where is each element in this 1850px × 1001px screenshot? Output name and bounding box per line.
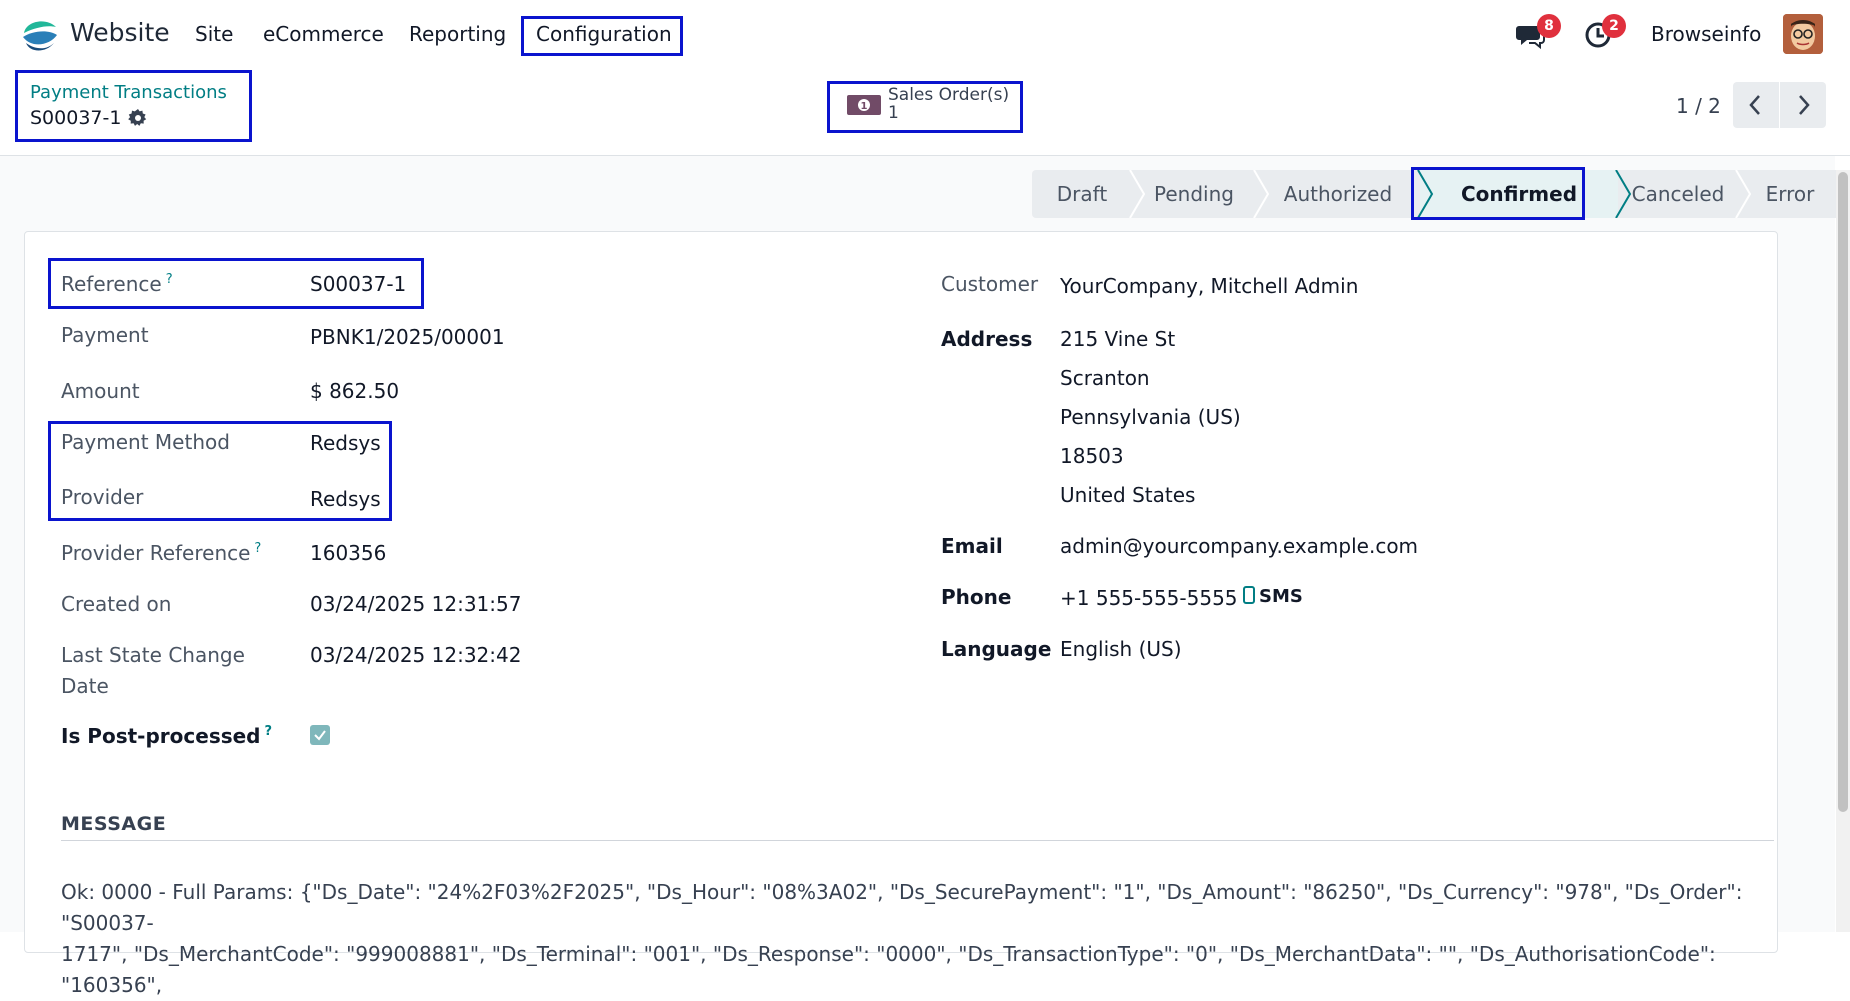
provider-link[interactable]: Redsys bbox=[310, 487, 381, 511]
highlight-box-breadcrumb bbox=[15, 70, 252, 142]
message-section-divider bbox=[61, 840, 1774, 841]
money-bill-icon: 1 bbox=[847, 95, 881, 115]
language-label: Language bbox=[941, 637, 1052, 661]
is-post-processed-label: Is Post-processed? bbox=[61, 724, 273, 748]
last-state-change-label-line1: Last State Change bbox=[61, 643, 245, 667]
provider-reference-value[interactable]: 160356 bbox=[310, 541, 386, 565]
reference-value[interactable]: S00037-1 bbox=[310, 272, 406, 296]
breadcrumb-payment-transactions[interactable]: Payment Transactions bbox=[30, 82, 227, 103]
address-zip[interactable]: 18503 bbox=[1060, 444, 1124, 468]
chevron-right-icon bbox=[1799, 95, 1810, 115]
language-value[interactable]: English (US) bbox=[1060, 637, 1182, 661]
provider-reference-help-icon[interactable]: ? bbox=[254, 541, 261, 556]
address-street[interactable]: 215 Vine St bbox=[1060, 327, 1175, 351]
mobile-phone-icon bbox=[1243, 586, 1255, 604]
address-city[interactable]: Scranton bbox=[1060, 366, 1150, 390]
user-avatar[interactable] bbox=[1783, 14, 1823, 54]
reference-help-icon[interactable]: ? bbox=[166, 272, 173, 287]
is-post-processed-checkbox[interactable] bbox=[310, 725, 330, 745]
menu-configuration[interactable]: Configuration bbox=[536, 22, 672, 46]
is-post-processed-help-icon[interactable]: ? bbox=[265, 724, 273, 739]
payment-label: Payment bbox=[61, 323, 149, 347]
menu-site[interactable]: Site bbox=[195, 22, 233, 46]
website-app-logo-icon[interactable] bbox=[20, 15, 60, 55]
last-state-change-value[interactable]: 03/24/2025 12:32:42 bbox=[310, 643, 521, 667]
payment-link[interactable]: PBNK1/2025/00001 bbox=[310, 325, 505, 349]
form-sheet bbox=[24, 231, 1778, 953]
message-section-title: MESSAGE bbox=[61, 813, 167, 835]
address-state[interactable]: Pennsylvania (US) bbox=[1060, 405, 1241, 429]
customer-label: Customer bbox=[941, 272, 1039, 296]
checkmark-icon bbox=[314, 730, 326, 741]
message-text: Ok: 0000 - Full Params: {"Ds_Date": "24%… bbox=[61, 877, 1761, 1001]
created-on-value[interactable]: 03/24/2025 12:31:57 bbox=[310, 592, 521, 616]
customer-link[interactable]: YourCompany, Mitchell Admin bbox=[1060, 274, 1358, 298]
pager-previous-button[interactable] bbox=[1733, 82, 1779, 128]
sms-button[interactable]: SMS bbox=[1243, 586, 1303, 607]
email-label: Email bbox=[941, 534, 1003, 558]
activities-badge: 2 bbox=[1602, 14, 1626, 38]
message-line-1: Ok: 0000 - Full Params: {"Ds_Date": "24%… bbox=[61, 880, 1743, 935]
chevron-left-icon bbox=[1749, 95, 1760, 115]
company-switcher[interactable]: Browseinfo bbox=[1651, 22, 1761, 46]
payment-method-link[interactable]: Redsys bbox=[310, 431, 381, 455]
svg-text:1: 1 bbox=[861, 101, 868, 112]
scrollbar-thumb[interactable] bbox=[1838, 172, 1848, 812]
gear-icon[interactable] bbox=[128, 108, 148, 128]
amount-label: Amount bbox=[61, 379, 140, 403]
phone-link[interactable]: +1 555-555-5555 bbox=[1060, 586, 1238, 610]
stage-error[interactable]: Error bbox=[1738, 170, 1842, 218]
address-label: Address bbox=[941, 327, 1033, 351]
provider-label: Provider bbox=[61, 485, 144, 509]
provider-reference-label: Provider Reference? bbox=[61, 541, 262, 565]
menu-ecommerce[interactable]: eCommerce bbox=[263, 22, 384, 46]
address-country[interactable]: United States bbox=[1060, 483, 1195, 507]
stage-confirmed[interactable]: Confirmed bbox=[1420, 170, 1618, 218]
payment-method-label: Payment Method bbox=[61, 430, 230, 454]
stage-draft[interactable]: Draft bbox=[1032, 170, 1132, 218]
sales-orders-smart-button[interactable]: Sales Order(s) 1 bbox=[888, 86, 1009, 122]
last-state-change-label-line2: Date bbox=[61, 674, 109, 698]
amount-value[interactable]: $ 862.50 bbox=[310, 379, 399, 403]
stage-authorized[interactable]: Authorized bbox=[1256, 170, 1420, 218]
pager-value[interactable]: 1 / 2 bbox=[1676, 94, 1721, 118]
avatar-face-icon bbox=[1783, 14, 1823, 54]
stage-canceled[interactable]: Canceled bbox=[1618, 170, 1738, 218]
top-navbar: Website Site eCommerce Reporting Configu… bbox=[0, 0, 1850, 68]
created-on-label: Created on bbox=[61, 592, 172, 616]
smart-button-label: Sales Order(s) bbox=[888, 85, 1010, 105]
phone-label: Phone bbox=[941, 585, 1012, 609]
record-title: S00037-1 bbox=[30, 107, 122, 129]
messages-badge: 8 bbox=[1537, 14, 1561, 38]
reference-label: Reference? bbox=[61, 272, 173, 296]
app-name[interactable]: Website bbox=[70, 18, 170, 47]
smart-button-count: 1 bbox=[888, 103, 899, 123]
email-link[interactable]: admin@yourcompany.example.com bbox=[1060, 534, 1418, 558]
stage-pending[interactable]: Pending bbox=[1132, 170, 1256, 218]
menu-reporting[interactable]: Reporting bbox=[409, 22, 506, 46]
message-line-2: 1717", "Ds_MerchantCode": "999008881", "… bbox=[61, 942, 1716, 997]
pager-next-button[interactable] bbox=[1780, 82, 1826, 128]
